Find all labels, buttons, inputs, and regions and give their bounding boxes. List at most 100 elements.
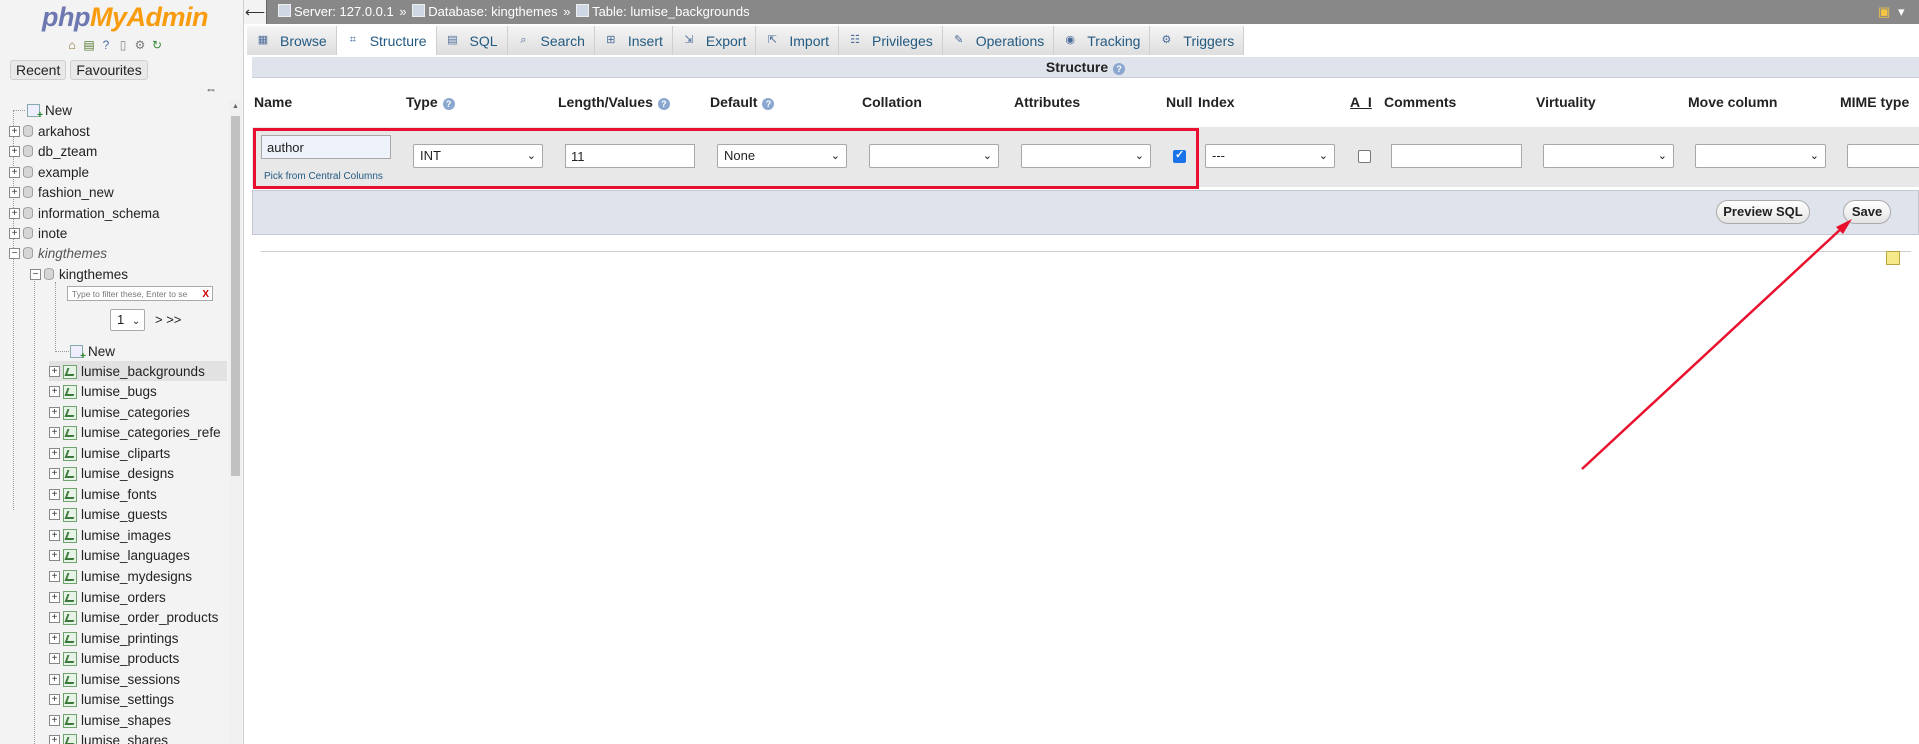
virtuality-select[interactable]: ⌄ — [1543, 144, 1674, 168]
tree-table-lumise_bugs[interactable]: + lumise_bugs — [49, 382, 227, 402]
tree-table-lumise_images[interactable]: + lumise_images — [49, 525, 227, 545]
index-select[interactable]: --- ⌄ — [1205, 144, 1335, 168]
expand-icon[interactable]: + — [49, 653, 60, 665]
tree-database-example[interactable]: + example — [9, 162, 89, 182]
collapse-icon[interactable]: − — [30, 268, 41, 280]
docs-icon[interactable]: ▯ — [116, 38, 130, 52]
expand-icon[interactable]: + — [9, 227, 20, 239]
tree-new-table[interactable]: New — [70, 341, 115, 362]
tab-triggers[interactable]: ⚙ Triggers — [1150, 26, 1245, 55]
menu-icon[interactable]: ▾ — [1898, 4, 1905, 20]
tab-browse[interactable]: ▦ Browse — [247, 26, 337, 55]
save-button[interactable]: Save — [1843, 200, 1891, 224]
tree-database-kingthemes[interactable]: − kingthemes — [9, 243, 107, 263]
tree-database-arkahost[interactable]: + arkahost — [9, 121, 90, 141]
expand-icon[interactable]: + — [49, 714, 60, 726]
nav-scrollbar[interactable]: ▲ — [229, 100, 242, 744]
tab-import[interactable]: ⇱ Import — [756, 26, 840, 55]
breadcrumb-table[interactable]: Table: lumise_backgrounds — [592, 4, 750, 19]
link-with-main-icon[interactable]: ⇔ — [205, 82, 217, 96]
tree-table-lumise_categories_refe[interactable]: + lumise_categories_refe — [49, 423, 227, 443]
tree-table-lumise_shares[interactable]: + lumise_shares — [49, 731, 227, 744]
tree-table-lumise_guests[interactable]: + lumise_guests — [49, 505, 227, 525]
expand-icon[interactable]: + — [49, 694, 60, 706]
tree-table-lumise_categories[interactable]: + lumise_categories — [49, 402, 227, 422]
expand-icon[interactable]: + — [9, 125, 20, 137]
tree-table-lumise_sessions[interactable]: + lumise_sessions — [49, 669, 227, 689]
expand-icon[interactable]: + — [49, 447, 60, 459]
tree-table-lumise_cliparts[interactable]: + lumise_cliparts — [49, 443, 227, 463]
expand-icon[interactable]: + — [49, 427, 60, 439]
mime-type-select[interactable] — [1847, 144, 1919, 168]
expand-icon[interactable]: + — [9, 145, 20, 157]
preview-sql-button[interactable]: Preview SQL — [1716, 200, 1810, 224]
expand-icon[interactable]: + — [49, 632, 60, 644]
tab-insert[interactable]: ⊞ Insert — [594, 26, 673, 55]
expand-icon[interactable]: + — [49, 673, 60, 685]
expand-icon[interactable]: + — [49, 365, 60, 377]
tree-database-inote[interactable]: + inote — [9, 223, 67, 243]
table-filter-input[interactable]: Type to filter these, Enter to se X — [67, 286, 213, 301]
breadcrumb-server[interactable]: Server: 127.0.0.1 — [294, 4, 394, 19]
expand-icon[interactable]: + — [49, 468, 60, 480]
length-help-icon[interactable]: ? — [657, 98, 670, 110]
collapse-icon[interactable]: − — [9, 247, 20, 259]
tab-export[interactable]: ⇲ Export — [672, 26, 757, 55]
expand-icon[interactable]: + — [49, 550, 60, 562]
expand-icon[interactable]: + — [49, 488, 60, 500]
tab-tracking[interactable]: ◉ Tracking — [1054, 26, 1151, 55]
help-icon[interactable]: ? — [99, 38, 113, 52]
reload-icon[interactable]: ↻ — [150, 38, 164, 52]
lock-icon[interactable]: ▣ — [1878, 4, 1890, 20]
favourites-tab[interactable]: Favourites — [70, 60, 148, 80]
expand-icon[interactable]: + — [49, 406, 60, 418]
tree-table-lumise_designs[interactable]: + lumise_designs — [49, 464, 227, 484]
home-icon[interactable]: ⌂ — [65, 38, 79, 52]
console-note-icon[interactable] — [1886, 251, 1900, 265]
tree-database-information_schema[interactable]: + information_schema — [9, 203, 160, 223]
tree-table-lumise_mydesigns[interactable]: + lumise_mydesigns — [49, 567, 227, 587]
phpmyadmin-logo[interactable]: phpMyAdmin — [42, 2, 208, 33]
expand-icon[interactable]: + — [49, 529, 60, 541]
expand-icon[interactable]: + — [49, 735, 60, 744]
settings-icon[interactable]: ⚙ — [133, 38, 147, 52]
clear-filter-icon[interactable]: X — [202, 287, 209, 300]
tree-child-database[interactable]: − kingthemes — [30, 264, 128, 284]
page-select[interactable]: 1 ⌄ — [110, 309, 145, 331]
tree-table-lumise_backgrounds[interactable]: + lumise_backgrounds — [49, 361, 227, 381]
auto-increment-checkbox[interactable] — [1358, 150, 1371, 163]
recent-tab[interactable]: Recent — [10, 60, 67, 80]
expand-icon[interactable]: + — [49, 612, 60, 624]
expand-icon[interactable]: + — [49, 591, 60, 603]
tree-table-lumise_shapes[interactable]: + lumise_shapes — [49, 710, 227, 730]
tree-table-lumise_printings[interactable]: + lumise_printings — [49, 628, 227, 648]
expand-icon[interactable]: + — [49, 386, 60, 398]
breadcrumb-database[interactable]: Database: kingthemes — [428, 4, 557, 19]
tab-sql[interactable]: ▤ SQL — [436, 26, 508, 55]
expand-icon[interactable]: + — [9, 207, 20, 219]
page-next-link[interactable]: > >> — [155, 312, 181, 327]
tab-search[interactable]: ⌕ Search — [507, 26, 595, 55]
tree-table-lumise_products[interactable]: + lumise_products — [49, 649, 227, 669]
expand-icon[interactable]: + — [49, 509, 60, 521]
tree-database-db_zteam[interactable]: + db_zteam — [9, 141, 97, 161]
expand-icon[interactable]: + — [9, 166, 20, 178]
tree-table-lumise_languages[interactable]: + lumise_languages — [49, 546, 227, 566]
tree-new-database[interactable]: New — [13, 100, 72, 121]
tree-table-lumise_settings[interactable]: + lumise_settings — [49, 690, 227, 710]
expand-icon[interactable]: + — [9, 186, 20, 198]
tree-database-fashion_new[interactable]: + fashion_new — [9, 182, 114, 202]
type-help-icon[interactable]: ? — [442, 98, 455, 110]
tab-privileges[interactable]: ☷ Privileges — [839, 26, 943, 55]
logout-icon[interactable]: ▤ — [82, 38, 96, 52]
tree-table-lumise_fonts[interactable]: + lumise_fonts — [49, 484, 227, 504]
tab-structure[interactable]: ⌗ Structure — [336, 26, 437, 55]
tab-operations[interactable]: ✎ Operations — [942, 26, 1055, 55]
tree-table-lumise_orders[interactable]: + lumise_orders — [49, 587, 227, 607]
comments-input[interactable] — [1391, 144, 1522, 168]
expand-icon[interactable]: + — [49, 571, 60, 582]
move-column-select[interactable]: ⌄ — [1695, 144, 1826, 168]
default-help-icon[interactable]: ? — [762, 98, 775, 110]
structure-help-icon[interactable]: ? — [1113, 63, 1126, 75]
collapse-nav-icon[interactable]: ⟵ — [244, 0, 267, 24]
